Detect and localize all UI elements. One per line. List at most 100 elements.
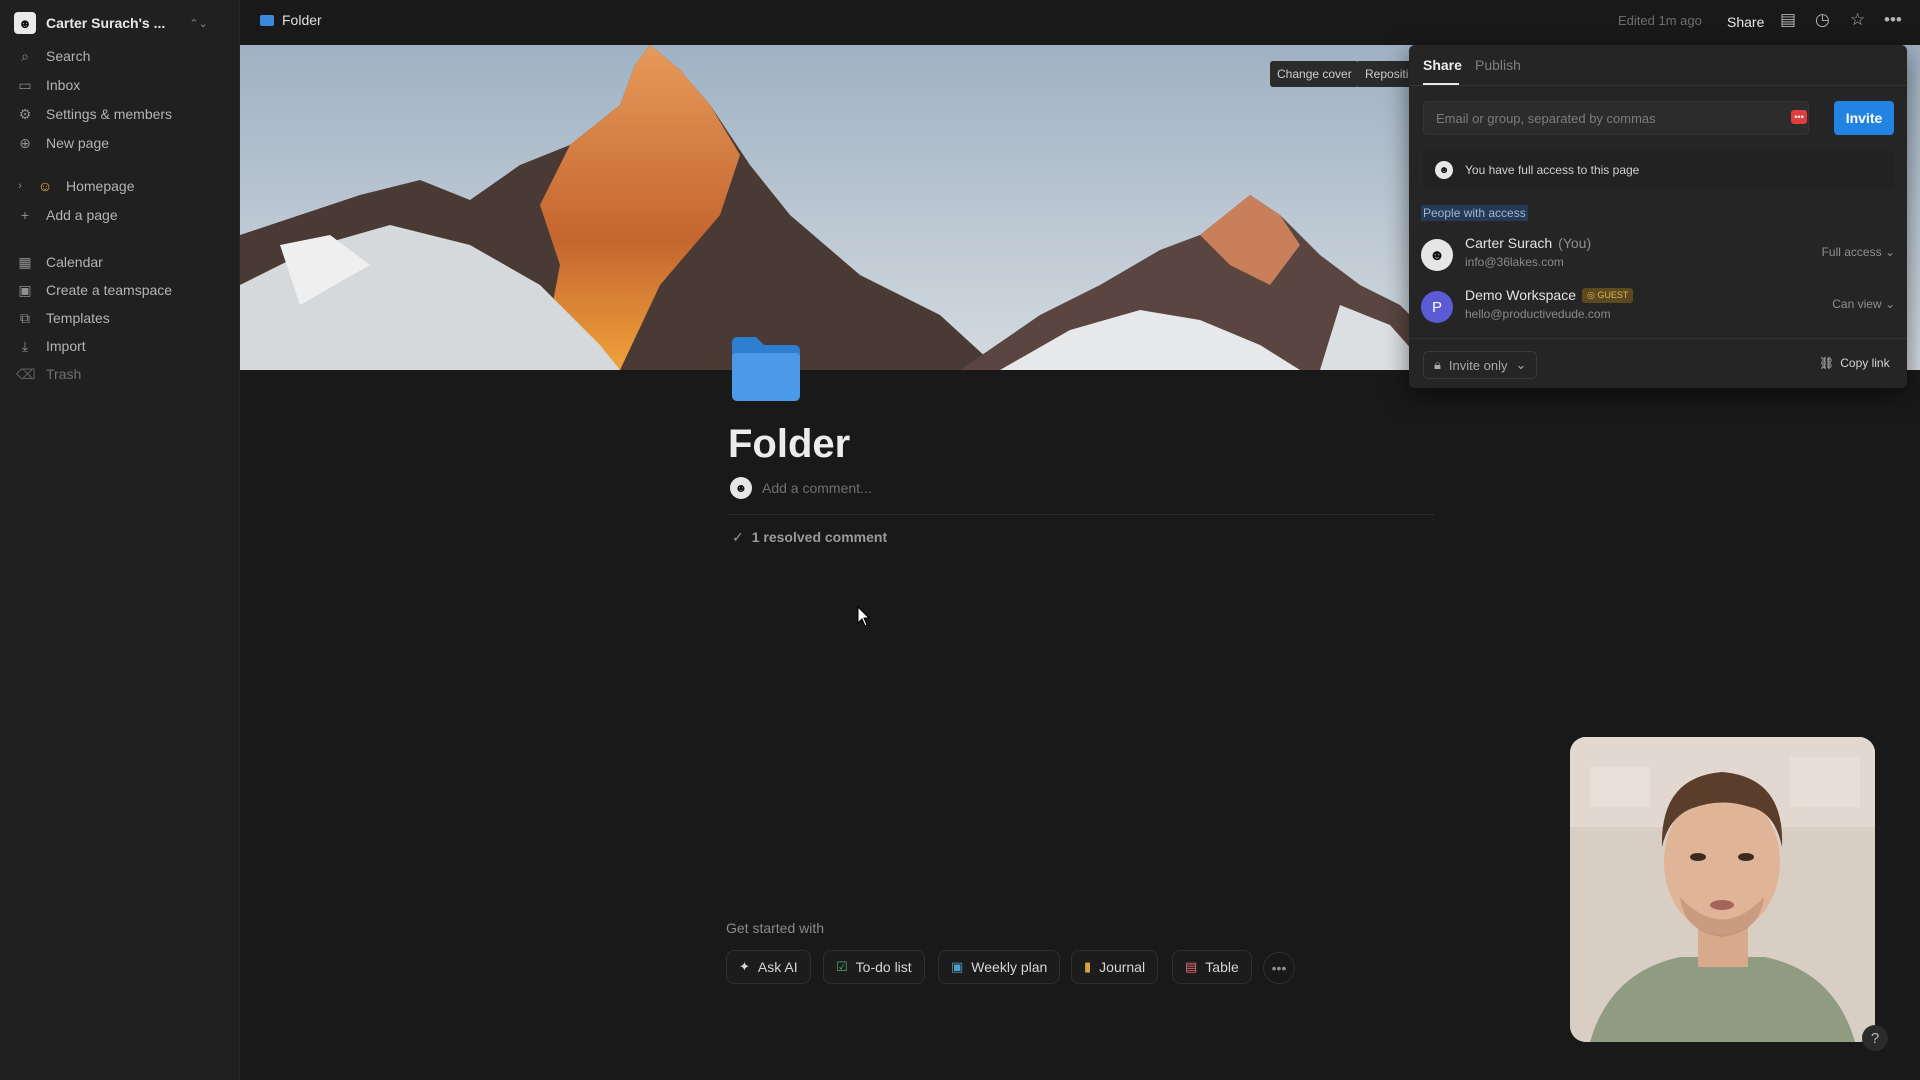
email-field[interactable]: Email or group, separated by commas bbox=[1423, 101, 1809, 135]
search-icon: ⌕ bbox=[21, 47, 29, 64]
chevron-updown-icon: ⌃⌄ bbox=[189, 17, 208, 30]
share-button[interactable]: Share bbox=[1727, 14, 1764, 30]
sidebar-item-homepage[interactable]: › ☺ Homepage bbox=[16, 174, 135, 198]
sidebar-item-import[interactable]: ⤓ Import bbox=[16, 334, 86, 358]
workspace-avatar: ☻ bbox=[14, 12, 36, 34]
sidebar-item-templates[interactable]: ⧉ Templates bbox=[16, 306, 110, 330]
journal-icon: ▮ bbox=[1084, 959, 1092, 974]
sidebar-item-search[interactable]: ⌕ Search bbox=[16, 44, 90, 68]
add-comment[interactable]: ☻ Add a comment... bbox=[730, 477, 872, 499]
access-note-text: You have full access to this page bbox=[1465, 163, 1640, 177]
sidebar-item-label: Homepage bbox=[66, 178, 135, 194]
person-email: info@36lakes.com bbox=[1465, 255, 1564, 269]
role-dropdown[interactable]: Full access ⌄ bbox=[1822, 245, 1895, 259]
link-icon: ⛓ bbox=[1819, 356, 1835, 370]
chevron-down-icon: ⌄ bbox=[1515, 357, 1527, 372]
webcam-video bbox=[1570, 737, 1875, 1042]
history-icon[interactable]: ◷ bbox=[1815, 10, 1830, 30]
sidebar-item-inbox[interactable]: ▭ Inbox bbox=[16, 73, 80, 97]
plus-circle-icon: ⊕ bbox=[19, 134, 31, 151]
folder-icon[interactable] bbox=[728, 333, 804, 403]
chip-label: Journal bbox=[1099, 959, 1146, 975]
role-label: Full access bbox=[1821, 245, 1882, 259]
guest-badge: ◎ GUEST bbox=[1582, 287, 1634, 303]
sidebar-item-label: Create a teamspace bbox=[46, 282, 173, 298]
divider bbox=[728, 514, 1434, 515]
contacts-icon[interactable]: ••• bbox=[1791, 110, 1807, 124]
get-started-heading: Get started with bbox=[726, 920, 825, 936]
topbar: Folder Edited 1m ago Share ▤ ◷ ☆ ••• bbox=[240, 0, 1920, 45]
comments-icon[interactable]: ▤ bbox=[1780, 10, 1796, 30]
mouse-cursor-icon bbox=[857, 606, 871, 627]
sidebar-item-label: Trash bbox=[46, 366, 82, 382]
divider bbox=[1409, 85, 1907, 86]
person-name: Demo Workspace ◎ GUEST bbox=[1465, 287, 1634, 303]
person-row: P Demo Workspace ◎ GUEST hello@productiv… bbox=[1421, 287, 1897, 327]
teamspace-icon: ▣ bbox=[18, 281, 32, 298]
copy-link-button[interactable]: ⛓ Copy link bbox=[1819, 356, 1890, 370]
resolved-comments-toggle[interactable]: ✓ 1 resolved comment bbox=[732, 529, 887, 546]
calendar-icon: ▦ bbox=[18, 253, 32, 270]
breadcrumb-label: Folder bbox=[282, 12, 322, 28]
avatar: ☻ bbox=[730, 477, 752, 499]
sidebar-item-new-page[interactable]: ⊕ New page bbox=[16, 131, 109, 155]
sidebar-item-settings[interactable]: ⚙ Settings & members bbox=[16, 102, 172, 126]
check-icon: ✓ bbox=[732, 529, 744, 545]
chip-label: Ask AI bbox=[757, 959, 798, 975]
more-templates-button[interactable]: ••• bbox=[1263, 952, 1295, 984]
sidebar-item-create-teamspace[interactable]: ▣ Create a teamspace bbox=[16, 278, 172, 302]
sidebar-item-trash[interactable]: ⌫ Trash bbox=[16, 362, 81, 386]
access-level-dropdown[interactable]: 🔒︎ Invite only ⌄ bbox=[1423, 351, 1538, 379]
avatar: ☻ bbox=[1435, 161, 1453, 179]
person-email: hello@productivedude.com bbox=[1465, 307, 1611, 321]
you-label: (You) bbox=[1558, 235, 1592, 251]
copy-link-label: Copy link bbox=[1840, 356, 1890, 370]
presenter-image bbox=[1570, 737, 1875, 1042]
access-level-label: Invite only bbox=[1448, 357, 1508, 373]
trash-icon: ⌫ bbox=[16, 365, 36, 382]
sidebar-item-label: Settings & members bbox=[46, 106, 173, 122]
ask-ai-chip[interactable]: ✦ Ask AI bbox=[726, 950, 811, 984]
sidebar-item-label: Import bbox=[46, 338, 86, 354]
chevron-down-icon: ⌄ bbox=[1884, 297, 1895, 311]
chevron-down-icon: ⌄ bbox=[1884, 245, 1895, 259]
edited-timestamp: Edited 1m ago bbox=[1618, 13, 1702, 28]
journal-chip[interactable]: ▮ Journal bbox=[1071, 950, 1159, 984]
add-comment-placeholder: Add a comment... bbox=[762, 480, 872, 496]
sidebar-item-calendar[interactable]: ▦ Calendar bbox=[16, 250, 103, 274]
breadcrumb[interactable]: Folder bbox=[260, 12, 322, 28]
role-label: Can view bbox=[1832, 297, 1882, 311]
sidebar-item-add-page[interactable]: + Add a page bbox=[16, 203, 118, 227]
reposition-button[interactable]: Repositi bbox=[1358, 61, 1416, 87]
sidebar: ☻ Carter Surach's ... ⌃⌄ ⌕ Search ▭ Inbo… bbox=[0, 0, 240, 1080]
more-icon[interactable]: ••• bbox=[1884, 10, 1902, 30]
chip-label: Table bbox=[1205, 959, 1239, 975]
sidebar-item-label: Calendar bbox=[46, 254, 103, 270]
sparkle-icon: ✦ bbox=[739, 959, 750, 974]
invite-button[interactable]: Invite bbox=[1834, 101, 1894, 135]
folder-icon bbox=[260, 14, 274, 26]
chevron-right-icon[interactable]: › bbox=[16, 180, 24, 192]
guest-badge-label: GUEST bbox=[1597, 289, 1629, 300]
import-icon: ⤓ bbox=[21, 337, 29, 354]
plus-icon: + bbox=[20, 207, 30, 223]
chip-label: To-do list bbox=[855, 959, 912, 975]
weekly-plan-chip[interactable]: ▣ Weekly plan bbox=[938, 950, 1061, 984]
person-row: ☻ Carter Surach (You) info@36lakes.com F… bbox=[1421, 235, 1897, 275]
inbox-icon: ▭ bbox=[18, 76, 32, 93]
gear-icon: ⚙ bbox=[18, 105, 32, 122]
tab-publish[interactable]: Publish bbox=[1475, 57, 1521, 73]
star-icon[interactable]: ☆ bbox=[1850, 10, 1865, 30]
table-chip[interactable]: ▤ Table bbox=[1172, 950, 1252, 984]
tab-share[interactable]: Share bbox=[1423, 57, 1462, 73]
table-icon: ▤ bbox=[1185, 959, 1198, 974]
workspace-switcher[interactable]: ☻ Carter Surach's ... ⌃⌄ bbox=[14, 12, 208, 34]
help-button[interactable]: ? bbox=[1862, 1025, 1888, 1051]
sidebar-item-label: Inbox bbox=[46, 77, 81, 93]
page-title[interactable]: Folder bbox=[728, 422, 850, 467]
avatar: ☻ bbox=[1421, 239, 1453, 271]
todo-list-chip[interactable]: ☑ To-do list bbox=[823, 950, 925, 984]
role-dropdown[interactable]: Can view ⌄ bbox=[1832, 297, 1895, 311]
checkbox-icon: ☑ bbox=[836, 959, 848, 974]
change-cover-button[interactable]: Change cover bbox=[1270, 61, 1359, 87]
